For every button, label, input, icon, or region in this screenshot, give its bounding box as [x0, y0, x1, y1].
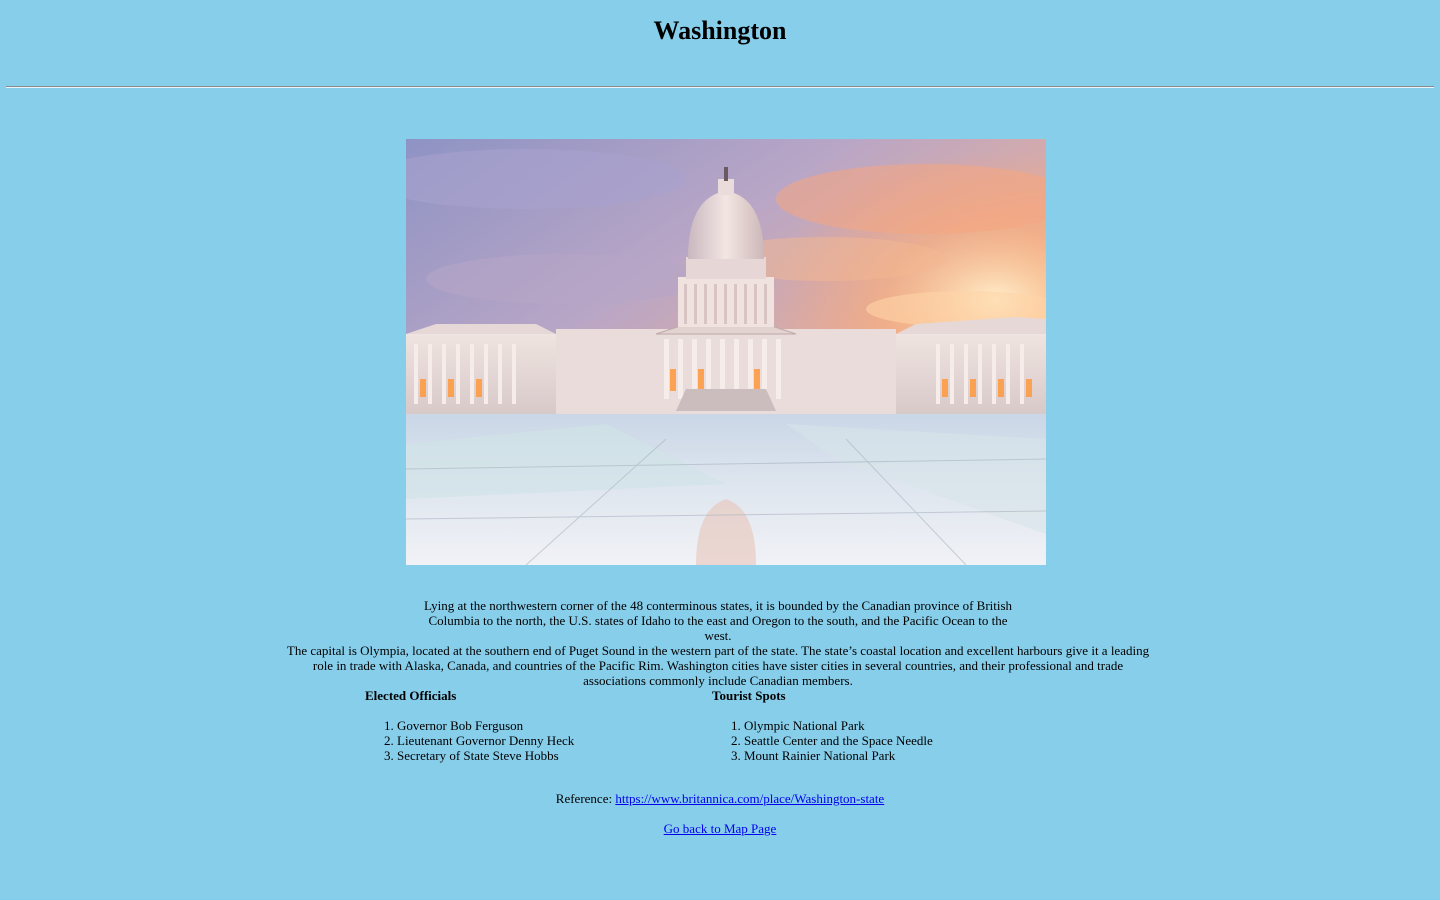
elected-officials-section: Elected Officials Governor Bob Ferguson …	[365, 688, 685, 763]
tourist-spots-heading: Tourist Spots	[712, 688, 786, 703]
tourist-spots-list: Olympic National Park Seattle Center and…	[712, 718, 1032, 763]
reference-label: Reference:	[555, 791, 616, 806]
back-navigation: Go back to Map Page	[0, 821, 1440, 836]
reference-link[interactable]: https://www.britannica.com/place/Washing…	[615, 791, 884, 806]
description-paragraph-1: Lying at the northwestern corner of the …	[423, 598, 1013, 643]
list-item: Lieutenant Governor Denny Heck	[397, 733, 685, 748]
state-description: Lying at the northwestern corner of the …	[280, 598, 1156, 688]
elected-officials-heading: Elected Officials	[365, 688, 457, 703]
description-paragraph-2: The capital is Olympia, located at the s…	[286, 643, 1150, 688]
back-to-map-link[interactable]: Go back to Map Page	[664, 821, 777, 836]
tourist-spots-section: Tourist Spots Olympic National Park Seat…	[712, 688, 1032, 763]
horizontal-divider	[6, 86, 1434, 88]
capitol-photo	[406, 139, 1046, 565]
elected-officials-list: Governor Bob Ferguson Lieutenant Governo…	[365, 718, 685, 763]
list-item: Governor Bob Ferguson	[397, 718, 685, 733]
list-item: Seattle Center and the Space Needle	[744, 733, 1032, 748]
list-item: Olympic National Park	[744, 718, 1032, 733]
list-item: Secretary of State Steve Hobbs	[397, 748, 685, 763]
list-item: Mount Rainier National Park	[744, 748, 1032, 763]
page-title: Washington	[653, 16, 787, 45]
reference-line: Reference: https://www.britannica.com/pl…	[0, 791, 1440, 806]
